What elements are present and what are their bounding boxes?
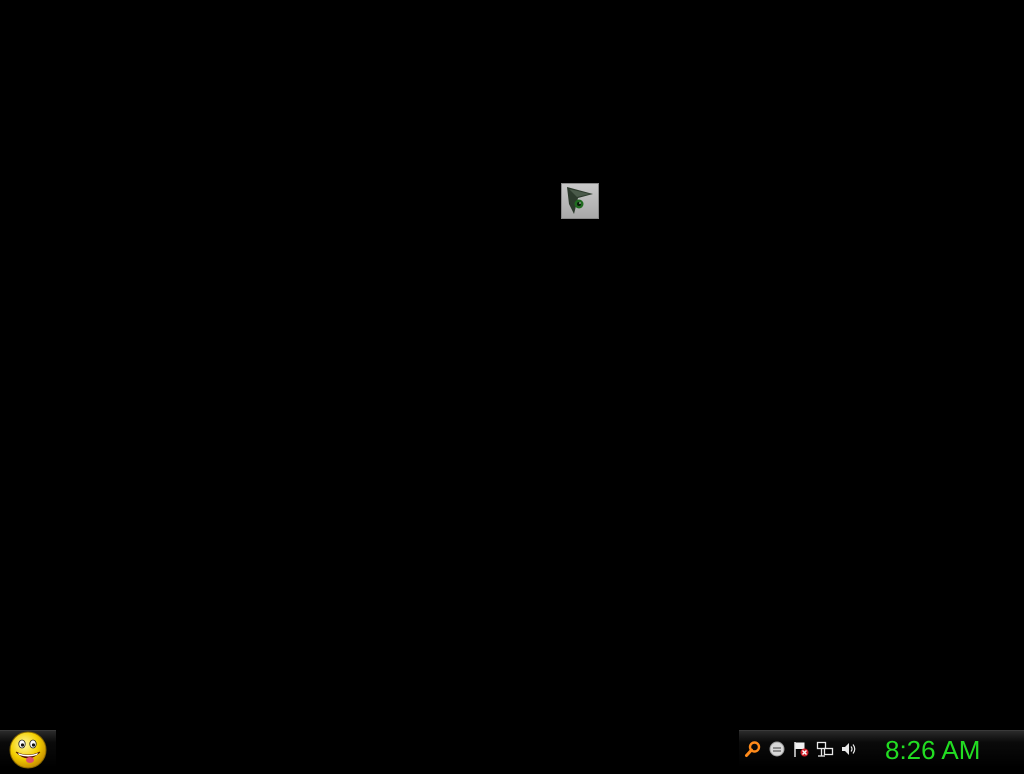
start-button[interactable] bbox=[8, 731, 48, 769]
taskbar-clock[interactable]: 8:26 AM bbox=[885, 735, 980, 765]
desktop: 8:26 AM bbox=[0, 0, 1024, 769]
search-icon[interactable] bbox=[744, 740, 762, 758]
network-icon[interactable] bbox=[816, 740, 834, 758]
taskbar-left bbox=[0, 730, 56, 769]
eye-shortcut-icon[interactable] bbox=[561, 183, 599, 219]
flag-alert-icon[interactable] bbox=[792, 740, 810, 758]
volume-icon[interactable] bbox=[840, 740, 858, 758]
messenger-icon[interactable] bbox=[768, 740, 786, 758]
smiley-face-icon bbox=[8, 731, 48, 773]
system-tray: 8:26 AM bbox=[739, 730, 1024, 768]
